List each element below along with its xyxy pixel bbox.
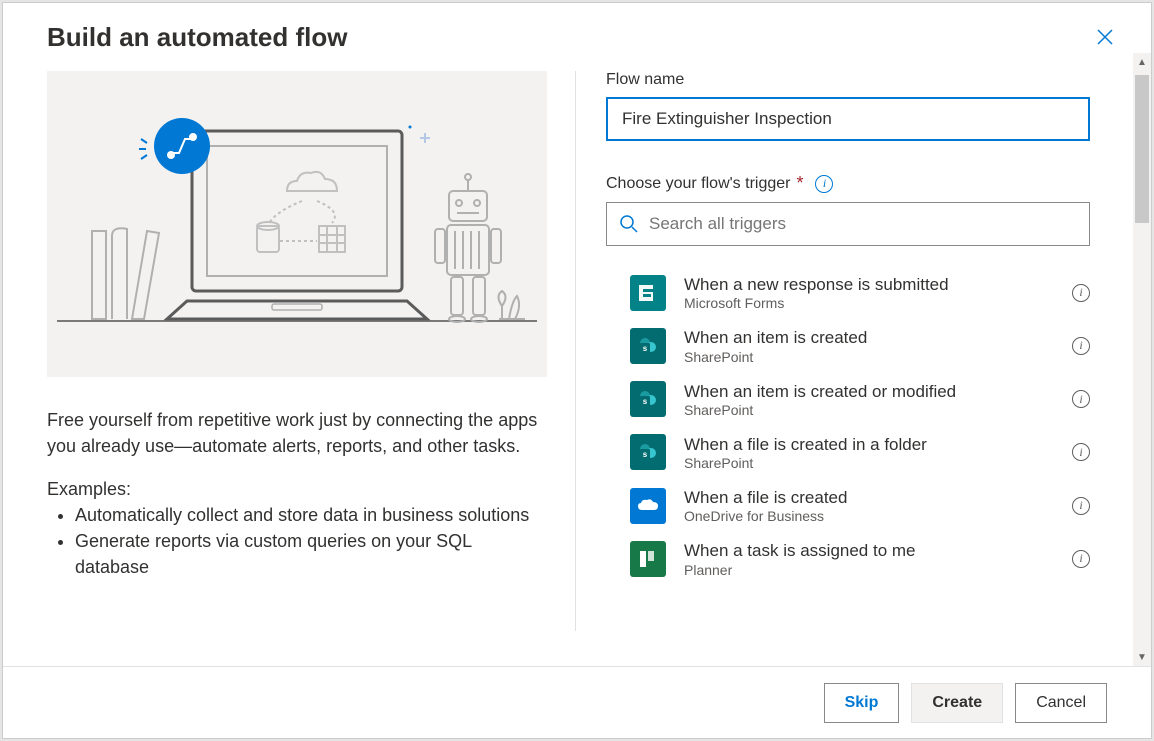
trigger-subtitle: SharePoint xyxy=(684,349,1054,365)
info-icon[interactable]: i xyxy=(815,175,833,193)
close-icon xyxy=(1097,29,1113,45)
onedrive-icon xyxy=(630,488,666,524)
create-button[interactable]: Create xyxy=(911,683,1003,723)
search-icon xyxy=(619,214,639,234)
trigger-item[interactable]: When a file is created OneDrive for Busi… xyxy=(630,479,1090,532)
trigger-title: When an item is created or modified xyxy=(684,381,1054,402)
forms-icon xyxy=(630,275,666,311)
info-icon[interactable]: i xyxy=(1072,284,1090,302)
dialog-title: Build an automated flow xyxy=(47,22,347,53)
examples-list: Automatically collect and store data in … xyxy=(47,502,545,580)
trigger-subtitle: Microsoft Forms xyxy=(684,295,1054,311)
trigger-item[interactable]: s When a file is created in a folder Sha… xyxy=(630,426,1090,479)
trigger-subtitle: Planner xyxy=(684,562,1054,578)
info-icon[interactable]: i xyxy=(1072,550,1090,568)
cancel-button[interactable]: Cancel xyxy=(1015,683,1107,723)
svg-text:s: s xyxy=(643,344,648,353)
scrollbar-thumb[interactable] xyxy=(1135,75,1149,223)
trigger-item[interactable]: When a new response is submitted Microso… xyxy=(630,266,1090,319)
dialog: Build an automated flow xyxy=(2,2,1152,739)
sharepoint-icon: s xyxy=(630,328,666,364)
trigger-title: When a new response is submitted xyxy=(684,274,1054,295)
right-pane-wrapper: Flow name Choose your flow's trigger * i xyxy=(576,53,1151,666)
scroll-down-arrow-icon[interactable]: ▼ xyxy=(1133,648,1151,666)
svg-text:s: s xyxy=(643,450,648,459)
trigger-item[interactable]: s When an item is created SharePoint i xyxy=(630,319,1090,372)
flow-name-input[interactable] xyxy=(606,97,1090,141)
illustration xyxy=(47,71,547,377)
scroll-up-arrow-icon[interactable]: ▲ xyxy=(1133,53,1151,71)
required-asterisk: * xyxy=(796,173,803,194)
info-icon[interactable]: i xyxy=(1072,390,1090,408)
trigger-title: When a file is created xyxy=(684,487,1054,508)
examples-heading: Examples: xyxy=(47,479,545,500)
trigger-subtitle: OneDrive for Business xyxy=(684,508,1054,524)
trigger-item[interactable]: When a task is assigned to me Planner i xyxy=(630,532,1090,585)
info-icon[interactable]: i xyxy=(1072,337,1090,355)
trigger-title: When a file is created in a folder xyxy=(684,434,1054,455)
skip-button[interactable]: Skip xyxy=(824,683,900,723)
flow-name-label: Flow name xyxy=(606,71,1111,89)
right-pane: Flow name Choose your flow's trigger * i xyxy=(576,53,1151,666)
trigger-search-input[interactable] xyxy=(649,214,1077,234)
sharepoint-icon: s xyxy=(630,434,666,470)
trigger-title: When a task is assigned to me xyxy=(684,540,1054,561)
svg-text:s: s xyxy=(643,397,648,406)
left-pane: Free yourself from repetitive work just … xyxy=(3,53,545,666)
dialog-body: Free yourself from repetitive work just … xyxy=(3,53,1151,666)
description-text: Free yourself from repetitive work just … xyxy=(47,407,545,459)
planner-icon xyxy=(630,541,666,577)
example-item: Automatically collect and store data in … xyxy=(75,502,545,528)
sharepoint-icon: s xyxy=(630,381,666,417)
trigger-title: When an item is created xyxy=(684,327,1054,348)
close-button[interactable] xyxy=(1089,21,1121,53)
trigger-subtitle: SharePoint xyxy=(684,455,1054,471)
illustration-svg xyxy=(47,71,547,377)
trigger-list: When a new response is submitted Microso… xyxy=(606,266,1111,586)
example-item: Generate reports via custom queries on y… xyxy=(75,528,545,580)
dialog-header: Build an automated flow xyxy=(3,3,1151,53)
info-icon[interactable]: i xyxy=(1072,443,1090,461)
trigger-label: Choose your flow's trigger xyxy=(606,175,790,193)
trigger-search-box[interactable] xyxy=(606,202,1090,246)
trigger-item[interactable]: s When an item is created or modified Sh… xyxy=(630,373,1090,426)
scrollbar-track[interactable]: ▲ ▼ xyxy=(1133,53,1151,666)
dialog-footer: Skip Create Cancel xyxy=(3,666,1151,738)
trigger-subtitle: SharePoint xyxy=(684,402,1054,418)
info-icon[interactable]: i xyxy=(1072,497,1090,515)
